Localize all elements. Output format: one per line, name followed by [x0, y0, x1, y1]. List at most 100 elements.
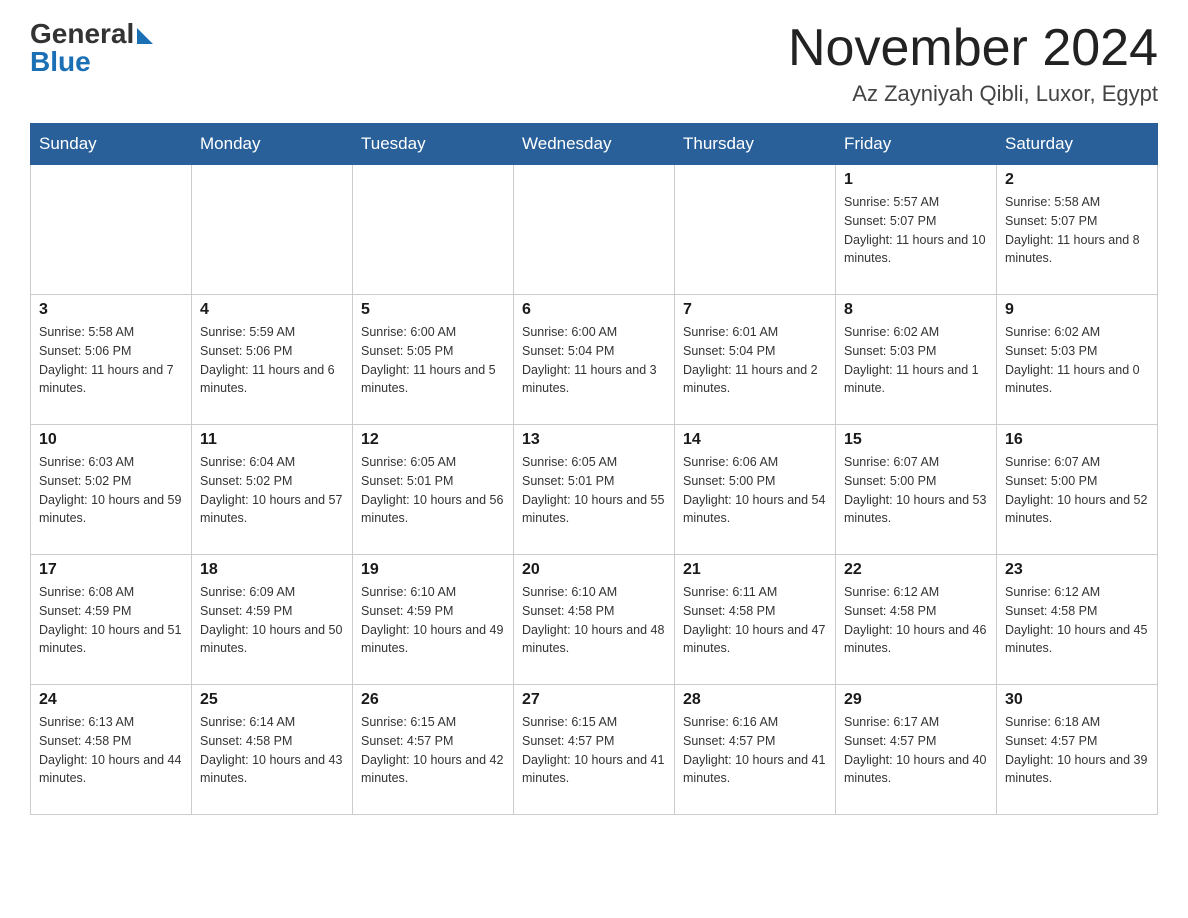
calendar-cell: 12Sunrise: 6:05 AMSunset: 5:01 PMDayligh… — [353, 425, 514, 555]
day-info: Sunrise: 6:06 AMSunset: 5:00 PMDaylight:… — [683, 453, 827, 528]
logo-general-text: General — [30, 20, 134, 48]
day-info: Sunrise: 5:59 AMSunset: 5:06 PMDaylight:… — [200, 323, 344, 398]
day-number: 9 — [1005, 301, 1149, 319]
calendar-cell: 23 Sunrise: 6:12 AMSunset: 4:58 PMDayligh… — [997, 555, 1158, 685]
calendar-table: SundayMondayTuesdayWednesdayThursdayFrid… — [30, 123, 1158, 815]
day-info: Sunrise: 5:57 AMSunset: 5:07 PMDaylight:… — [844, 193, 988, 268]
calendar-week-row: 24Sunrise: 6:13 AMSunset: 4:58 PMDayligh… — [31, 685, 1158, 815]
day-number: 3 — [39, 301, 183, 319]
day-number: 22 — [844, 561, 988, 579]
day-info: Sunrise: 6:15 AMSunset: 4:57 PMDaylight:… — [361, 713, 505, 788]
calendar-cell: 27 Sunrise: 6:15 AMSunset: 4:57 PMDayligh… — [514, 685, 675, 815]
calendar-cell: 22 Sunrise: 6:12 AMSunset: 4:58 PMDayligh… — [836, 555, 997, 685]
day-info: Sunrise: 6:11 AMSunset: 4:58 PMDaylight:… — [683, 583, 827, 658]
logo-blue-text: Blue — [30, 48, 91, 76]
day-info: Sunrise: 6:10 AMSunset: 4:58 PMDaylight:… — [522, 583, 666, 658]
day-info: Sunrise: 6:07 AMSunset: 5:00 PMDaylight:… — [844, 453, 988, 528]
calendar-cell: 19 Sunrise: 6:10 AMSunset: 4:59 PMDayligh… — [353, 555, 514, 685]
calendar-cell: 29 Sunrise: 6:17 AMSunset: 4:57 PMDayligh… — [836, 685, 997, 815]
calendar-cell: 4 Sunrise: 5:59 AMSunset: 5:06 PMDaylight… — [192, 295, 353, 425]
column-header-tuesday: Tuesday — [353, 124, 514, 165]
day-number: 8 — [844, 301, 988, 319]
calendar-week-row: 3 Sunrise: 5:58 AMSunset: 5:06 PMDaylight… — [31, 295, 1158, 425]
calendar-cell: 18 Sunrise: 6:09 AMSunset: 4:59 PMDayligh… — [192, 555, 353, 685]
day-number: 25 — [200, 691, 344, 709]
calendar-header-row: SundayMondayTuesdayWednesdayThursdayFrid… — [31, 124, 1158, 165]
day-number: 1 — [844, 171, 988, 189]
calendar-cell: 21 Sunrise: 6:11 AMSunset: 4:58 PMDayligh… — [675, 555, 836, 685]
day-info: Sunrise: 6:15 AMSunset: 4:57 PMDaylight:… — [522, 713, 666, 788]
column-header-thursday: Thursday — [675, 124, 836, 165]
day-info: Sunrise: 6:08 AMSunset: 4:59 PMDaylight:… — [39, 583, 183, 658]
day-number: 6 — [522, 301, 666, 319]
page-header: General Blue November 2024 Az Zayniyah Q… — [30, 20, 1158, 107]
calendar-week-row: 17 Sunrise: 6:08 AMSunset: 4:59 PMDayligh… — [31, 555, 1158, 685]
day-number: 11 — [200, 431, 344, 449]
calendar-cell — [675, 165, 836, 295]
day-number: 5 — [361, 301, 505, 319]
calendar-cell: 10Sunrise: 6:03 AMSunset: 5:02 PMDayligh… — [31, 425, 192, 555]
calendar-cell: 20 Sunrise: 6:10 AMSunset: 4:58 PMDayligh… — [514, 555, 675, 685]
day-info: Sunrise: 6:00 AMSunset: 5:05 PMDaylight:… — [361, 323, 505, 398]
calendar-cell: 9 Sunrise: 6:02 AMSunset: 5:03 PMDaylight… — [997, 295, 1158, 425]
day-number: 27 — [522, 691, 666, 709]
column-header-friday: Friday — [836, 124, 997, 165]
day-info: Sunrise: 6:10 AMSunset: 4:59 PMDaylight:… — [361, 583, 505, 658]
day-number: 7 — [683, 301, 827, 319]
calendar-cell: 17 Sunrise: 6:08 AMSunset: 4:59 PMDayligh… — [31, 555, 192, 685]
calendar-cell — [514, 165, 675, 295]
day-info: Sunrise: 6:02 AMSunset: 5:03 PMDaylight:… — [1005, 323, 1149, 398]
day-number: 18 — [200, 561, 344, 579]
title-section: November 2024 Az Zayniyah Qibli, Luxor, … — [788, 20, 1158, 107]
calendar-cell: 3 Sunrise: 5:58 AMSunset: 5:06 PMDaylight… — [31, 295, 192, 425]
calendar-cell: 14 Sunrise: 6:06 AMSunset: 5:00 PMDayligh… — [675, 425, 836, 555]
day-number: 30 — [1005, 691, 1149, 709]
calendar-cell: 16Sunrise: 6:07 AMSunset: 5:00 PMDayligh… — [997, 425, 1158, 555]
day-number: 20 — [522, 561, 666, 579]
day-number: 17 — [39, 561, 183, 579]
calendar-cell: 7 Sunrise: 6:01 AMSunset: 5:04 PMDaylight… — [675, 295, 836, 425]
calendar-week-row: 10Sunrise: 6:03 AMSunset: 5:02 PMDayligh… — [31, 425, 1158, 555]
day-number: 16 — [1005, 431, 1149, 449]
day-number: 4 — [200, 301, 344, 319]
logo-triangle-icon — [137, 28, 153, 44]
calendar-cell: 25Sunrise: 6:14 AMSunset: 4:58 PMDayligh… — [192, 685, 353, 815]
day-number: 29 — [844, 691, 988, 709]
day-number: 26 — [361, 691, 505, 709]
calendar-cell: 11 Sunrise: 6:04 AMSunset: 5:02 PMDayligh… — [192, 425, 353, 555]
day-info: Sunrise: 6:05 AMSunset: 5:01 PMDaylight:… — [361, 453, 505, 528]
calendar-cell: 15 Sunrise: 6:07 AMSunset: 5:00 PMDayligh… — [836, 425, 997, 555]
calendar-cell: 28Sunrise: 6:16 AMSunset: 4:57 PMDayligh… — [675, 685, 836, 815]
calendar-cell — [353, 165, 514, 295]
calendar-week-row: 1 Sunrise: 5:57 AMSunset: 5:07 PMDaylight… — [31, 165, 1158, 295]
day-number: 19 — [361, 561, 505, 579]
location-title: Az Zayniyah Qibli, Luxor, Egypt — [788, 81, 1158, 107]
day-number: 23 — [1005, 561, 1149, 579]
day-info: Sunrise: 5:58 AMSunset: 5:06 PMDaylight:… — [39, 323, 183, 398]
day-info: Sunrise: 6:09 AMSunset: 4:59 PMDaylight:… — [200, 583, 344, 658]
day-number: 14 — [683, 431, 827, 449]
calendar-cell — [192, 165, 353, 295]
day-number: 2 — [1005, 171, 1149, 189]
column-header-monday: Monday — [192, 124, 353, 165]
day-info: Sunrise: 6:05 AMSunset: 5:01 PMDaylight:… — [522, 453, 666, 528]
calendar-cell: 24Sunrise: 6:13 AMSunset: 4:58 PMDayligh… — [31, 685, 192, 815]
day-number: 21 — [683, 561, 827, 579]
calendar-cell: 8 Sunrise: 6:02 AMSunset: 5:03 PMDaylight… — [836, 295, 997, 425]
logo: General Blue — [30, 20, 153, 76]
calendar-cell: 2Sunrise: 5:58 AMSunset: 5:07 PMDaylight… — [997, 165, 1158, 295]
calendar-cell: 26 Sunrise: 6:15 AMSunset: 4:57 PMDayligh… — [353, 685, 514, 815]
column-header-sunday: Sunday — [31, 124, 192, 165]
day-info: Sunrise: 6:03 AMSunset: 5:02 PMDaylight:… — [39, 453, 183, 528]
day-info: Sunrise: 6:00 AMSunset: 5:04 PMDaylight:… — [522, 323, 666, 398]
month-title: November 2024 — [788, 20, 1158, 77]
day-info: Sunrise: 6:01 AMSunset: 5:04 PMDaylight:… — [683, 323, 827, 398]
day-info: Sunrise: 6:04 AMSunset: 5:02 PMDaylight:… — [200, 453, 344, 528]
day-number: 15 — [844, 431, 988, 449]
calendar-cell: 6 Sunrise: 6:00 AMSunset: 5:04 PMDaylight… — [514, 295, 675, 425]
day-info: Sunrise: 6:17 AMSunset: 4:57 PMDaylight:… — [844, 713, 988, 788]
day-info: Sunrise: 6:12 AMSunset: 4:58 PMDaylight:… — [844, 583, 988, 658]
day-info: Sunrise: 6:12 AMSunset: 4:58 PMDaylight:… — [1005, 583, 1149, 658]
calendar-cell — [31, 165, 192, 295]
day-info: Sunrise: 6:02 AMSunset: 5:03 PMDaylight:… — [844, 323, 988, 398]
